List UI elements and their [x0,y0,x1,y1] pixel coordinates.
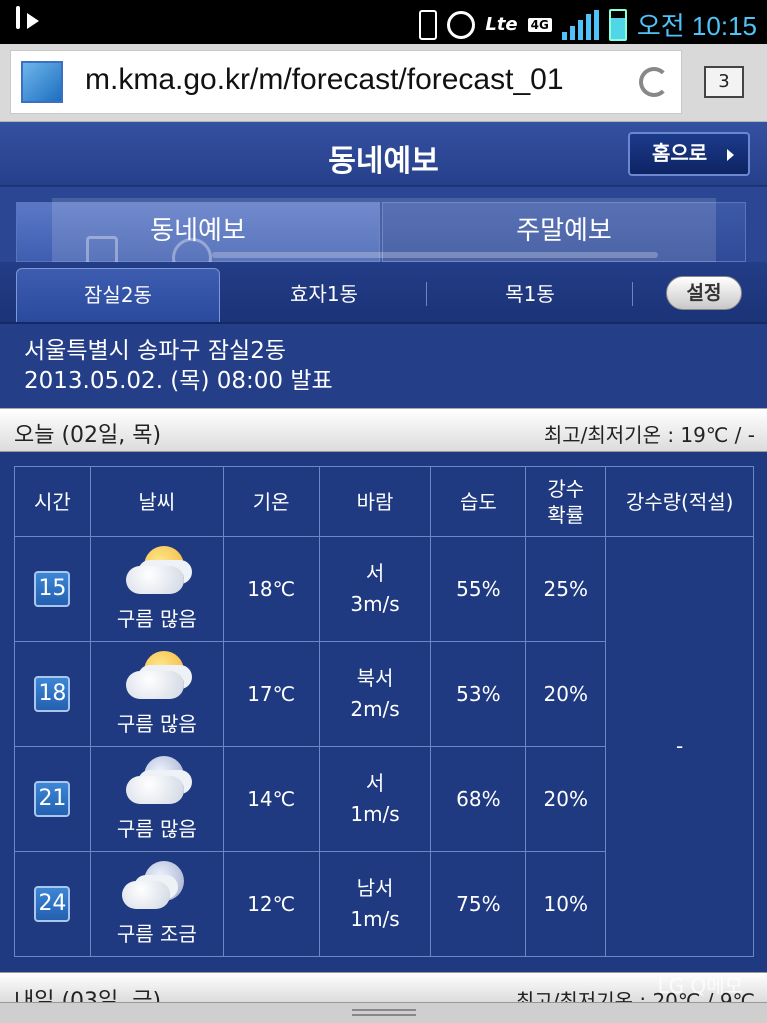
wind-direction: 서 [365,561,385,585]
browser-toolbar: m.kma.go.kr/m/forecast/forecast_01 3 [0,44,767,122]
location-tabs: 잠실2동 효자1동 목1동 설정 [0,262,767,324]
settings-button[interactable]: 설정 [666,276,742,310]
col-header-precip-line2: 확률 [547,502,585,527]
url-text[interactable]: m.kma.go.kr/m/forecast/forecast_01 [85,63,633,97]
forecast-table: 시간 날씨 기온 바람 습도 강수 확률 강수량(적설) 15 구름 많음 18… [14,466,754,957]
col-header-time: 시간 [14,466,91,537]
battery-icon [608,8,627,41]
home-button-label: 홈으로 [652,141,708,165]
tomorrow-bar: 내일 (03일, 금) 최고/최저기온 : 20℃ / 9℃ [0,972,767,1002]
temp-cell: 14℃ [222,746,320,852]
col-header-precip-prob: 강수 확률 [525,466,607,537]
humidity-cell: 68% [430,746,527,852]
weather-label: 구름 많음 [116,711,197,736]
today-temp-range: 최고/최저기온 : 19℃ / - [543,423,755,447]
signal-icon [561,9,599,40]
wind-speed: 3m/s [350,592,400,616]
location-address: 서울특별시 송파구 잠실2동 [24,338,287,364]
cloudy-sun-icon [122,649,192,705]
time-badge: 18 [34,676,71,712]
forecast-section: 시간 날씨 기온 바람 습도 강수 확률 강수량(적설) 15 구름 많음 18… [0,452,767,972]
time-badge: 21 [34,781,71,817]
wind-direction: 서 [365,771,385,795]
play-store-icon [16,6,20,29]
main-tabs: 동네예보 주말예보 [0,187,767,262]
temp-cell: 12℃ [222,851,320,957]
cloudy-moon-icon [122,754,192,810]
status-bar: Lte 4G 오전 10:15 [0,0,767,44]
col-header-weather: 날씨 [89,466,224,537]
humidity-cell: 53% [430,641,527,747]
precip-prob-cell: 20% [525,641,607,747]
time-badge: 24 [34,886,71,922]
lte-icon: Lte [485,14,518,35]
temp-cell: 17℃ [222,641,320,747]
time-badge: 15 [34,571,71,607]
weather-label: 구름 많음 [116,606,197,631]
reload-icon[interactable] [639,67,669,97]
location-info: 서울특별시 송파구 잠실2동 2013.05.02. (목) 08:00 발표 [0,324,767,408]
wind-direction: 남서 [356,876,394,900]
cloudy-sun-icon [122,544,192,600]
watermark: LG Q메모 [657,974,743,998]
alarm-icon [447,10,476,39]
drag-handle-icon [352,1009,416,1011]
weather-label: 구름 조금 [116,921,197,946]
url-field[interactable]: m.kma.go.kr/m/forecast/forecast_01 [10,50,682,114]
tab-location-hyoja1[interactable]: 효자1동 [222,268,426,322]
col-header-precip-line1: 강수 [547,476,585,501]
tab-location-mok1[interactable]: 목1동 [428,268,632,322]
tab-neighborhood-forecast[interactable]: 동네예보 [16,202,380,262]
drag-handle-bar[interactable] [0,1002,767,1023]
col-header-humidity: 습도 [430,466,527,537]
weather-label: 구름 많음 [116,816,197,841]
tomorrow-label: 내일 (03일, 금) [14,989,162,1002]
today-label: 오늘 (02일, 목) [14,423,162,448]
precip-amount-cell: - [605,536,754,957]
clock: 오전 10:15 [636,11,757,41]
tab-divider [426,282,427,306]
tab-location-jamsil2[interactable]: 잠실2동 [16,268,220,322]
col-header-wind: 바람 [318,466,432,537]
col-header-temp: 기온 [222,466,320,537]
site-favicon-icon [21,61,63,103]
humidity-cell: 75% [430,851,527,957]
table-header-row: 시간 날씨 기온 바람 습도 강수 확률 강수량(적설) [14,466,754,537]
precip-prob-cell: 25% [525,536,607,642]
vibrate-icon [419,9,438,40]
chevron-right-icon [727,149,734,161]
partly-cloudy-moon-icon [121,859,192,915]
temp-cell: 18℃ [222,536,320,642]
tab-divider [632,282,633,306]
wind-speed: 1m/s [350,802,400,826]
today-bar: 오늘 (02일, 목) 최고/최저기온 : 19℃ / - [0,408,767,452]
precip-prob-cell: 10% [525,851,607,957]
wind-direction: 북서 [356,666,394,690]
table-row: 15 구름 많음 18℃ 서 3m/s 55% 25% - [14,536,754,957]
humidity-cell: 55% [430,536,527,642]
col-header-precip-amount: 강수량(적설) [605,466,754,537]
tab-weekend-forecast[interactable]: 주말예보 [382,202,746,262]
4g-icon: 4G [527,17,552,32]
precip-prob-cell: 20% [525,746,607,852]
wind-speed: 2m/s [350,697,400,721]
tabs-button[interactable]: 3 [704,66,744,98]
home-button[interactable]: 홈으로 [628,132,750,176]
issue-time: 2013.05.02. (목) 08:00 발표 [24,368,333,394]
page-header: 동네예보 홈으로 [0,122,767,186]
wind-speed: 1m/s [350,907,400,931]
